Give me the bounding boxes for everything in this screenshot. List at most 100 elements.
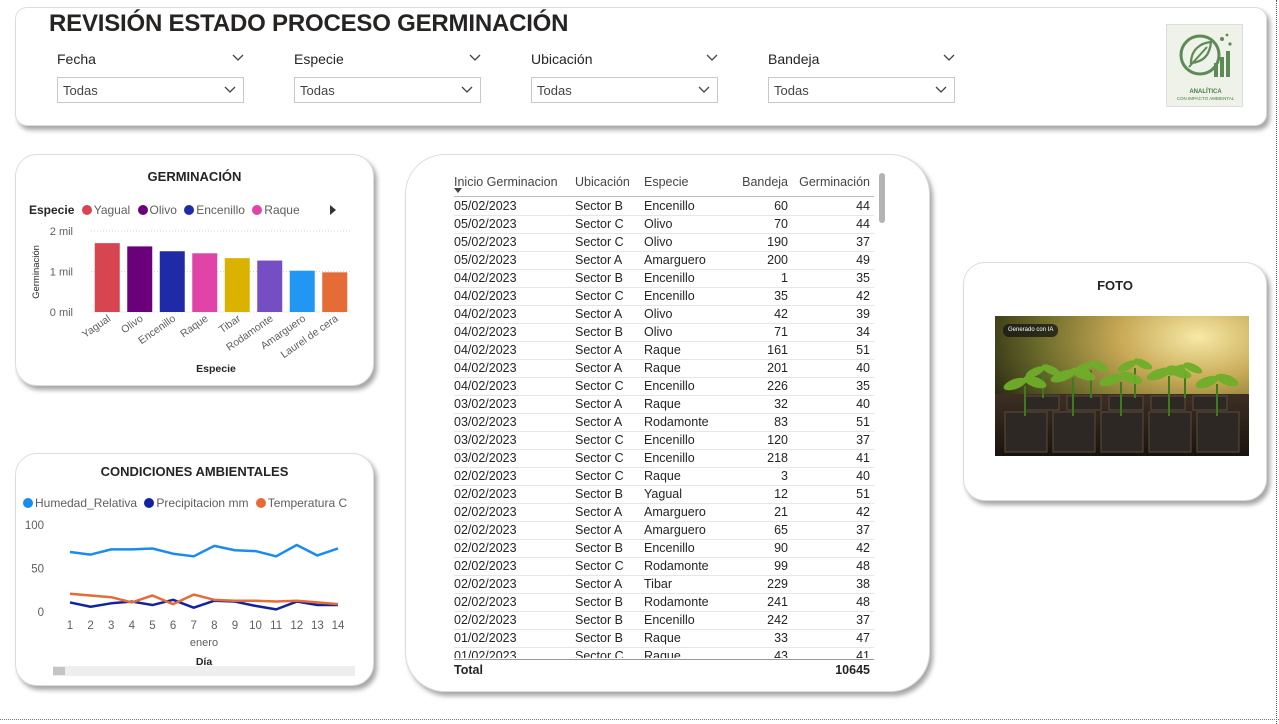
cell-fecha: 02/02/2023 <box>454 559 517 573</box>
scrollbar-thumb[interactable] <box>879 173 885 223</box>
cell-bandeja: 218 <box>767 451 788 465</box>
table-row[interactable]: 03/02/2023 Sector C Encenillo 218 41 <box>454 450 874 468</box>
table-row[interactable]: 05/02/2023 Sector C Olivo 70 44 <box>454 216 874 234</box>
ai-generated-badge: Generado con IA <box>1003 324 1059 337</box>
table-row[interactable]: 02/02/2023 Sector B Encenillo 242 37 <box>454 612 874 630</box>
chevron-down-icon[interactable] <box>468 51 482 65</box>
filter-dropdown[interactable]: Todas <box>57 77 244 103</box>
cell-fecha: 05/02/2023 <box>454 253 517 267</box>
y-tick-label: 2 mil <box>50 226 73 238</box>
table-row[interactable]: 04/02/2023 Sector B Encenillo 1 35 <box>454 270 874 288</box>
chevron-down-icon[interactable] <box>942 51 956 65</box>
column-header[interactable]: Inicio Germinacion <box>454 175 558 189</box>
cell-germinacion: 35 <box>856 379 870 393</box>
table-row[interactable]: 04/02/2023 Sector C Encenillo 35 42 <box>454 288 874 306</box>
filter-label: Bandeja <box>768 51 820 67</box>
cell-especie: Raque <box>644 469 681 483</box>
cell-ubicacion: Sector B <box>575 631 623 645</box>
table-row[interactable]: 04/02/2023 Sector C Encenillo 226 35 <box>454 378 874 396</box>
x-tick-label: 1 <box>67 620 73 632</box>
cell-germinacion: 44 <box>856 217 870 231</box>
chevron-down-icon[interactable] <box>705 51 719 65</box>
table-row[interactable]: 02/02/2023 Sector B Yagual 12 51 <box>454 486 874 504</box>
cell-germinacion: 40 <box>856 469 870 483</box>
filter-dropdown[interactable]: Todas <box>531 77 718 103</box>
cell-bandeja: 120 <box>767 433 788 447</box>
cell-germinacion: 48 <box>856 559 870 573</box>
cell-especie: Rodamonte <box>644 559 709 573</box>
table-row[interactable]: 05/02/2023 Sector B Encenillo 60 44 <box>454 198 874 216</box>
cell-ubicacion: Sector B <box>575 595 623 609</box>
filter-dropdown[interactable]: Todas <box>768 77 955 103</box>
horizontal-scrollbar[interactable] <box>53 666 355 676</box>
table-row[interactable]: 02/02/2023 Sector C Rodamonte 99 48 <box>454 558 874 576</box>
column-header[interactable]: Especie <box>644 175 688 189</box>
table-row[interactable]: 04/02/2023 Sector A Raque 201 40 <box>454 360 874 378</box>
table-row[interactable]: 01/02/2023 Sector B Raque 33 47 <box>454 630 874 648</box>
cell-bandeja: 241 <box>767 595 788 609</box>
chevron-down-icon[interactable] <box>934 83 948 97</box>
table-row[interactable]: 02/02/2023 Sector C Raque 3 40 <box>454 468 874 486</box>
filter-fecha[interactable]: Fecha Todas <box>57 51 247 103</box>
table-row[interactable]: 04/02/2023 Sector A Raque 161 51 <box>454 342 874 360</box>
foto-title: FOTO <box>1097 278 1133 293</box>
cell-bandeja: 70 <box>774 217 788 231</box>
table-row[interactable]: 04/02/2023 Sector A Olivo 42 39 <box>454 306 874 324</box>
cell-ubicacion: Sector A <box>575 361 623 375</box>
table-row[interactable]: 02/02/2023 Sector B Rodamonte 241 48 <box>454 594 874 612</box>
cell-ubicacion: Sector B <box>575 541 623 555</box>
chevron-down-icon[interactable] <box>231 51 245 65</box>
y-tick-label: 0 <box>38 607 44 619</box>
cell-germinacion: 47 <box>856 631 870 645</box>
table-row[interactable]: 02/02/2023 Sector B Encenillo 90 42 <box>454 540 874 558</box>
column-header[interactable]: Ubicación <box>575 175 630 189</box>
cell-ubicacion: Sector A <box>575 505 623 519</box>
table-row[interactable]: 01/02/2023 Sector C Raque 43 41 <box>454 648 874 658</box>
page-edge-right <box>1276 0 1277 724</box>
cell-germinacion: 51 <box>856 415 870 429</box>
cell-germinacion: 42 <box>856 505 870 519</box>
cell-ubicacion: Sector B <box>575 613 623 627</box>
filter-dropdown[interactable]: Todas <box>294 77 481 103</box>
table-row[interactable]: 02/02/2023 Sector A Amarguero 65 37 <box>454 522 874 540</box>
table-row[interactable]: 02/02/2023 Sector A Amarguero 21 42 <box>454 504 874 522</box>
cell-especie: Encenillo <box>644 199 695 213</box>
cell-germinacion: 38 <box>856 577 870 591</box>
table-row[interactable]: 03/02/2023 Sector A Raque 32 40 <box>454 396 874 414</box>
filter-especie[interactable]: Especie Todas <box>294 51 484 103</box>
chevron-down-icon[interactable] <box>223 83 237 97</box>
table-row[interactable]: 04/02/2023 Sector B Olivo 71 34 <box>454 324 874 342</box>
cell-germinacion: 37 <box>856 613 870 627</box>
column-header[interactable]: Germinación <box>799 175 870 189</box>
column-header[interactable]: Bandeja <box>742 175 788 189</box>
table-row[interactable]: 03/02/2023 Sector A Rodamonte 83 51 <box>454 414 874 432</box>
x-tick-label: 7 <box>190 620 196 632</box>
filter-bandeja[interactable]: Bandeja Todas <box>768 51 958 103</box>
x-tick-label: 14 <box>332 620 345 632</box>
cell-fecha: 04/02/2023 <box>454 325 517 339</box>
x-axis-title: Especie <box>196 363 236 375</box>
chevron-down-icon[interactable] <box>697 83 711 97</box>
scrollbar-thumb[interactable] <box>53 667 65 675</box>
cell-bandeja: 3 <box>781 469 788 483</box>
x-tick-label: 11 <box>270 620 282 632</box>
table-row[interactable]: 02/02/2023 Sector A Tibar 229 38 <box>454 576 874 594</box>
cell-fecha: 02/02/2023 <box>454 613 517 627</box>
table-row[interactable]: 05/02/2023 Sector A Amarguero 200 49 <box>454 252 874 270</box>
bar-olivo <box>127 246 153 312</box>
table-row[interactable]: 03/02/2023 Sector C Encenillo 120 37 <box>454 432 874 450</box>
filter-ubicacion[interactable]: Ubicación Todas <box>531 51 721 103</box>
logo-subtext: CON IMPACTO AMBIENTAL <box>1176 96 1235 101</box>
cell-fecha: 01/02/2023 <box>454 631 517 645</box>
cell-especie: Olivo <box>644 217 673 231</box>
cell-ubicacion: Sector C <box>575 433 624 447</box>
cell-fecha: 02/02/2023 <box>454 487 517 501</box>
chevron-down-icon[interactable] <box>460 83 474 97</box>
cell-especie: Yagual <box>644 487 682 501</box>
table-row[interactable]: 05/02/2023 Sector C Olivo 190 37 <box>454 234 874 252</box>
filter-label: Fecha <box>57 51 96 67</box>
x-axis-sublabel: enero <box>190 637 218 649</box>
vertical-scrollbar[interactable] <box>878 173 884 663</box>
bar-tibar <box>224 258 250 312</box>
cell-ubicacion: Sector A <box>575 253 623 267</box>
